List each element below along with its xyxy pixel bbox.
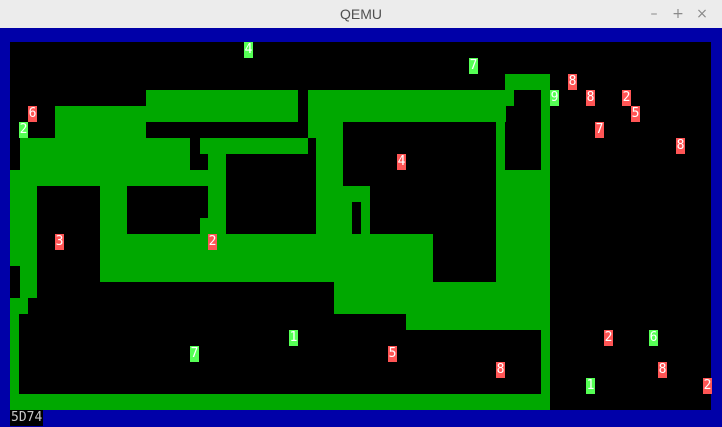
maze-wall	[316, 138, 343, 234]
number-tile: 7	[190, 346, 199, 362]
minimize-icon[interactable]: –	[645, 5, 663, 23]
maze-wall	[541, 90, 550, 394]
maze-wall	[10, 186, 37, 266]
maze-wall	[146, 90, 298, 122]
maze-wall	[20, 138, 190, 170]
number-tile: 2	[19, 122, 28, 138]
maze-wall	[10, 170, 218, 186]
maze-wall	[10, 298, 28, 314]
maze-wall	[361, 202, 370, 234]
number-tile: 8	[676, 138, 685, 154]
number-tile: 9	[550, 90, 559, 106]
number-tile: 8	[496, 362, 505, 378]
maze-wall	[343, 186, 370, 202]
maze-wall	[100, 186, 127, 234]
maximize-icon[interactable]: +	[669, 5, 687, 23]
maze-wall	[496, 170, 541, 282]
number-tile: 7	[595, 122, 604, 138]
number-tile: 7	[469, 58, 478, 74]
maze-wall	[308, 90, 514, 106]
number-tile: 8	[658, 362, 667, 378]
maze-wall	[343, 202, 352, 234]
window-titlebar[interactable]: QEMU – + ×	[0, 0, 722, 29]
number-tile: 3	[55, 234, 64, 250]
number-tile: 2	[208, 234, 217, 250]
number-tile: 2	[604, 330, 613, 346]
number-tile: 2	[703, 378, 712, 394]
number-tile: 8	[586, 90, 595, 106]
number-tile: 6	[649, 330, 658, 346]
number-tile: 6	[28, 106, 37, 122]
maze-wall	[334, 282, 541, 314]
maze-wall	[308, 122, 343, 138]
maze-wall	[10, 394, 550, 410]
maze-wall	[505, 74, 550, 90]
maze-wall	[100, 234, 433, 282]
window-title: QEMU	[340, 6, 382, 22]
number-tile: 4	[397, 154, 406, 170]
maze-wall	[200, 138, 308, 154]
number-tile: 1	[289, 330, 298, 346]
status-readout: 5D74	[10, 410, 44, 426]
maze-wall	[308, 106, 506, 122]
maze-wall	[496, 122, 505, 170]
maze-wall	[55, 106, 146, 138]
maze-wall	[10, 314, 19, 394]
maze-wall	[208, 154, 226, 234]
maze-wall	[406, 314, 541, 330]
number-tile: 5	[388, 346, 397, 362]
number-tile: 1	[586, 378, 595, 394]
number-tile: 5	[631, 106, 640, 122]
maze-wall	[200, 218, 210, 234]
number-tile: 2	[622, 90, 631, 106]
close-icon[interactable]: ×	[693, 5, 711, 23]
number-tile: 8	[568, 74, 577, 90]
number-tile: 4	[244, 42, 253, 58]
maze-wall	[20, 266, 37, 298]
